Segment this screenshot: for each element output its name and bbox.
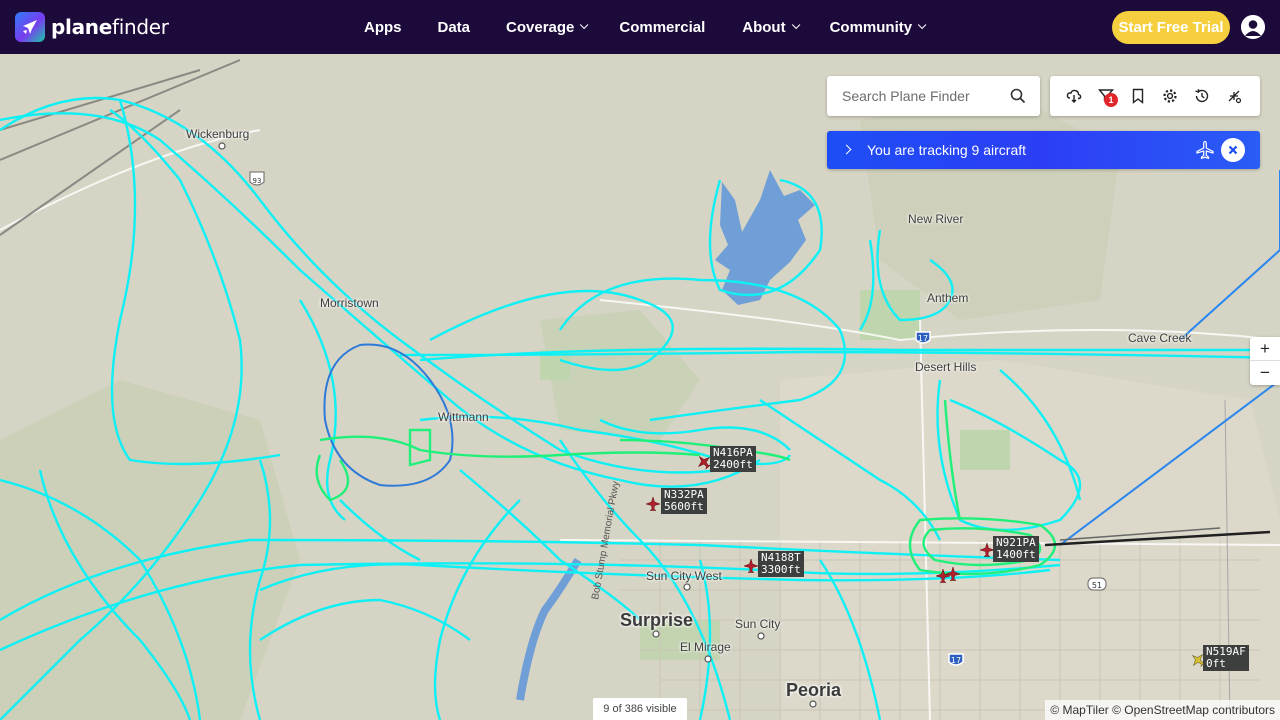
logo-plane-icon xyxy=(15,12,45,42)
aircraft-label-n416pa[interactable]: N416PA 2400ft xyxy=(710,446,756,472)
aircraft-label-n332pa[interactable]: N332PA 5600ft xyxy=(661,488,707,514)
aircraft-label-n4188t[interactable]: N4188T 3300ft xyxy=(758,551,804,577)
settings-icon[interactable] xyxy=(1162,88,1178,104)
nav-commercial[interactable]: Commercial xyxy=(619,19,705,36)
place-label: New River xyxy=(908,212,964,226)
top-navigation-bar: planefinder Apps Data Coverage Commercia… xyxy=(0,0,1280,54)
place-label: Wickenburg xyxy=(186,127,250,141)
visible-aircraft-count: 9 of 386 visible xyxy=(593,698,687,720)
place-label: Cave Creek xyxy=(1128,331,1192,345)
start-free-trial-button[interactable]: Start Free Trial xyxy=(1112,11,1230,44)
bookmark-icon[interactable] xyxy=(1130,88,1146,104)
nav-coverage[interactable]: Coverage xyxy=(506,19,589,36)
highway-label: 17 xyxy=(951,656,961,665)
account-icon[interactable] xyxy=(1241,15,1265,39)
close-tracking-button[interactable] xyxy=(1221,138,1245,162)
tracking-banner[interactable]: You are tracking 9 aircraft xyxy=(827,131,1260,169)
place-label: El Mirage xyxy=(680,640,731,654)
history-icon[interactable] xyxy=(1194,88,1210,104)
zoom-controls: + − xyxy=(1250,337,1280,385)
highway-label: 93 xyxy=(253,177,262,185)
weather-icon[interactable] xyxy=(1066,88,1082,104)
nav-about[interactable]: About xyxy=(742,19,800,36)
tracking-text: You are tracking 9 aircraft xyxy=(867,142,1027,158)
main-nav: Apps Data Coverage Commercial About Comm… xyxy=(364,0,927,54)
aircraft-label-n519af[interactable]: N519AF 0ft xyxy=(1203,645,1249,671)
place-label: Morristown xyxy=(320,296,379,310)
map-attribution[interactable]: © MapTiler © OpenStreetMap contributors xyxy=(1045,700,1280,720)
highway-label: 51 xyxy=(1092,581,1102,590)
city-label: Surprise xyxy=(620,610,694,630)
filter-count-badge: 1 xyxy=(1104,93,1118,107)
close-icon xyxy=(1228,145,1238,155)
chevron-down-icon xyxy=(791,20,800,30)
search-icon[interactable] xyxy=(1010,88,1026,104)
nav-apps[interactable]: Apps xyxy=(364,19,402,36)
planefinder-logo[interactable]: planefinder xyxy=(15,12,169,42)
search-box xyxy=(827,76,1040,116)
plane-icon[interactable] xyxy=(1195,140,1215,160)
zoom-in-button[interactable]: + xyxy=(1250,337,1280,361)
nav-community[interactable]: Community xyxy=(830,19,927,36)
zoom-out-button[interactable]: − xyxy=(1250,361,1280,385)
place-label: Sun City xyxy=(735,617,781,631)
chevron-down-icon xyxy=(917,20,927,30)
ar-view-icon[interactable] xyxy=(1226,88,1242,104)
aircraft-label-n921pa[interactable]: N921PA 1400ft xyxy=(993,536,1039,562)
place-label: Sun City West xyxy=(646,569,722,583)
search-input[interactable] xyxy=(842,88,1012,104)
place-label: Desert Hills xyxy=(915,360,977,374)
place-label: Wittmann xyxy=(438,410,489,424)
chevron-down-icon xyxy=(580,20,589,30)
city-label: Peoria xyxy=(786,680,842,700)
logo-text: planefinder xyxy=(51,15,169,39)
nav-data[interactable]: Data xyxy=(438,19,471,36)
highway-label: 17 xyxy=(918,334,928,343)
map-toolbar xyxy=(1050,76,1260,116)
chevron-right-icon[interactable] xyxy=(841,144,852,155)
place-label: Anthem xyxy=(927,291,969,305)
